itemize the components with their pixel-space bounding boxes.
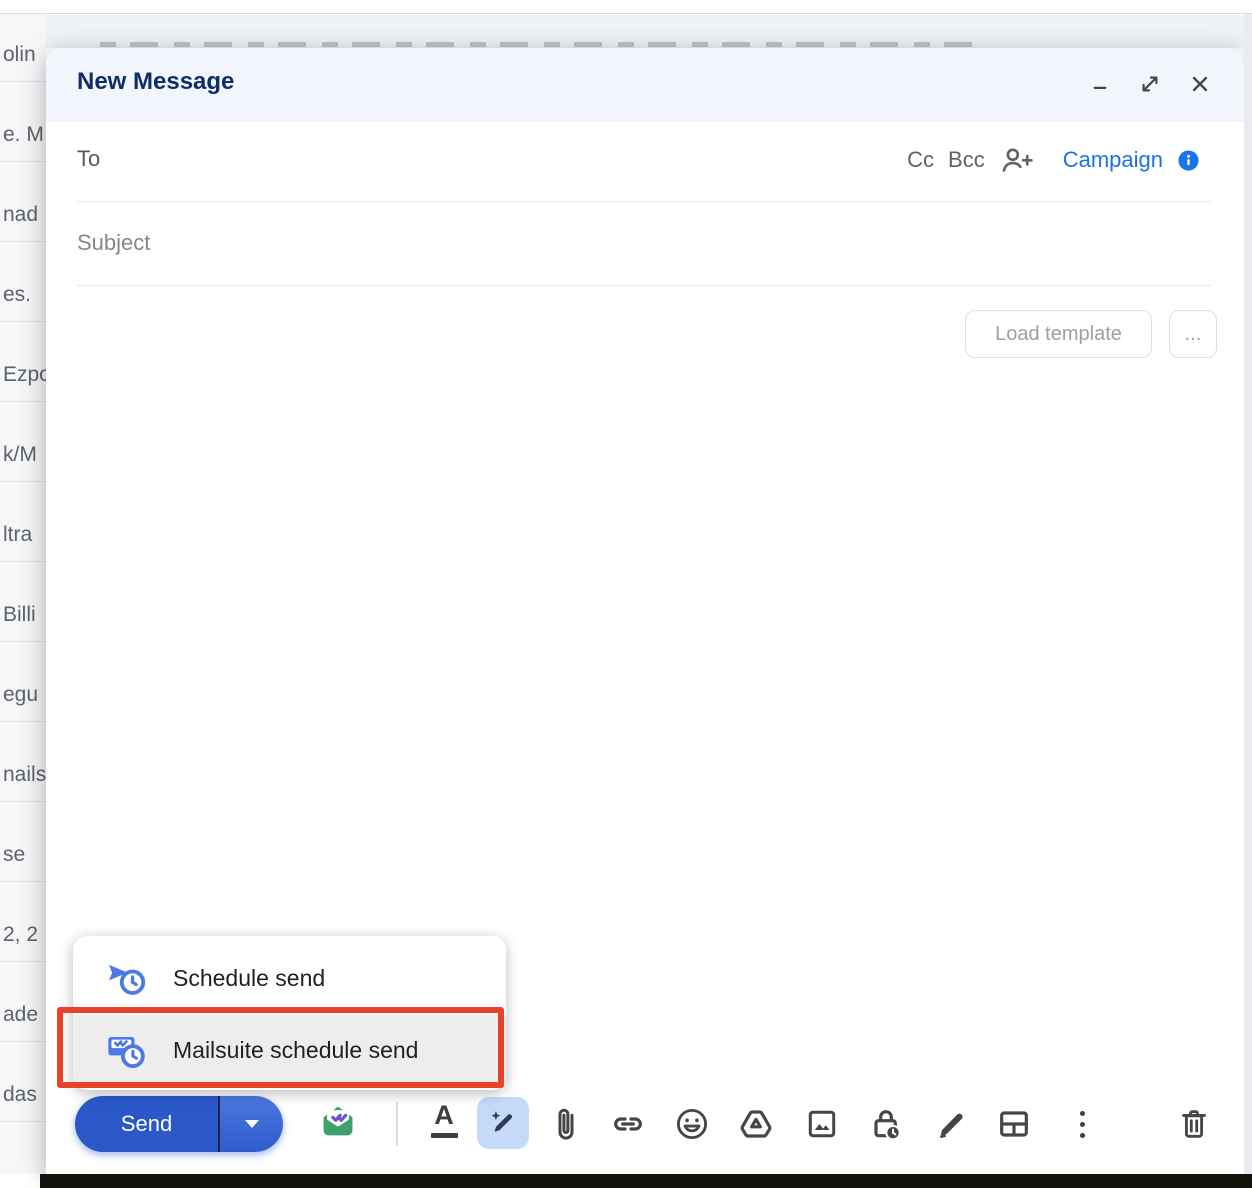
subject-field-row[interactable]: Subject [46, 202, 1244, 286]
subject-label: Subject [77, 230, 150, 256]
trash-icon [1175, 1105, 1213, 1143]
email-list-fragment: das [3, 1080, 46, 1110]
screen: olin e. M nad es. Ezpo k/M ltra Billi eg… [0, 0, 1252, 1188]
list-divider [0, 561, 46, 562]
menu-item-mailsuite-schedule-send[interactable]: Mailsuite schedule send [73, 1015, 506, 1085]
image-icon [803, 1105, 841, 1143]
pen-icon [931, 1105, 969, 1143]
list-divider [0, 641, 46, 642]
email-list-fragment: nad [3, 200, 46, 230]
email-list-fragment: es. [3, 280, 46, 310]
formatting-options-button[interactable]: A [422, 1100, 466, 1148]
email-list-fragment: nails [3, 760, 46, 790]
mailsuite-envelope-icon [315, 1099, 361, 1145]
mailsuite-tracking-button[interactable] [314, 1098, 362, 1146]
list-divider [0, 801, 46, 802]
mailsuite-schedule-send-icon [103, 1027, 149, 1073]
email-list-fragment: e. M [3, 120, 46, 150]
lock-clock-icon [866, 1104, 906, 1144]
insert-emoji-button[interactable] [672, 1104, 712, 1144]
compose-title: New Message [77, 68, 234, 96]
list-divider [0, 321, 46, 322]
list-divider [0, 1121, 46, 1122]
menu-item-label: Mailsuite schedule send [173, 1037, 418, 1064]
schedule-send-icon [103, 955, 149, 1001]
menu-item-label: Schedule send [173, 965, 325, 992]
discard-draft-button[interactable] [1174, 1104, 1214, 1144]
email-list-fragment: k/M [3, 440, 46, 470]
list-divider [0, 81, 46, 82]
multi-send-layout-button[interactable] [994, 1104, 1034, 1144]
list-divider [0, 881, 46, 882]
list-divider [0, 961, 46, 962]
list-divider [0, 161, 46, 162]
right-edge-strip [1244, 14, 1252, 1174]
recipient-options: Cc Bcc Campaign [907, 144, 1200, 176]
popout-button[interactable] [1136, 70, 1164, 98]
email-list-fragment: egu [3, 680, 46, 710]
to-label: To [77, 146, 100, 172]
format-underline-bar [431, 1133, 458, 1138]
send-options-menu: Schedule send Mailsuite schedule send [73, 936, 506, 1090]
close-icon [1188, 72, 1212, 96]
paperclip-icon [547, 1105, 585, 1143]
list-divider [0, 721, 46, 722]
send-label: Send [121, 1111, 172, 1137]
insert-signature-button[interactable] [930, 1104, 970, 1144]
menu-item-schedule-send[interactable]: Schedule send [73, 945, 506, 1011]
confidential-mode-button[interactable] [866, 1104, 906, 1144]
sparkle-pen-icon [486, 1106, 520, 1140]
layout-icon [994, 1104, 1034, 1144]
list-divider [0, 1041, 46, 1042]
chevron-down-icon [245, 1120, 259, 1128]
vertical-dots-icon [1080, 1111, 1085, 1138]
more-options-button[interactable] [1062, 1104, 1102, 1144]
list-divider [0, 481, 46, 482]
background-top-bar [0, 0, 1252, 14]
email-list-fragment: Billi [3, 600, 46, 630]
email-list-fragment: Ezpo [3, 360, 46, 390]
send-options-button[interactable] [218, 1096, 283, 1152]
clipped-background-text [100, 42, 980, 47]
link-icon [608, 1104, 648, 1144]
close-button[interactable] [1186, 70, 1214, 98]
info-icon[interactable] [1177, 149, 1200, 172]
send-split-button: Send [75, 1096, 283, 1152]
minimize-icon [1089, 73, 1111, 95]
help-me-write-button[interactable] [477, 1097, 529, 1149]
emoji-icon [673, 1105, 711, 1143]
insert-link-button[interactable] [608, 1104, 648, 1144]
bottom-dark-bar [40, 1174, 1252, 1188]
list-divider [0, 401, 46, 402]
format-a-icon: A [422, 1100, 466, 1130]
background-email-list: olin e. M nad es. Ezpo k/M ltra Billi eg… [0, 14, 46, 1174]
email-list-fragment: olin [3, 40, 46, 70]
email-list-fragment: ltra [3, 520, 46, 550]
bcc-toggle[interactable]: Bcc [948, 147, 985, 173]
toolbar-divider [396, 1102, 398, 1146]
email-list-fragment: se [3, 840, 46, 870]
compose-header[interactable]: New Message [46, 48, 1244, 122]
minimize-button[interactable] [1086, 70, 1114, 98]
add-contact-icon[interactable] [999, 144, 1035, 176]
list-divider [0, 241, 46, 242]
to-field-row[interactable]: To Cc Bcc Campaign [46, 122, 1244, 202]
open-in-full-icon [1138, 72, 1162, 96]
email-list-fragment: 2, 2 [3, 920, 46, 950]
email-list-fragment: ade [3, 1000, 46, 1030]
cc-toggle[interactable]: Cc [907, 147, 934, 173]
window-controls [1086, 70, 1214, 98]
send-button[interactable]: Send [75, 1096, 218, 1152]
insert-photo-button[interactable] [802, 1104, 842, 1144]
campaign-link[interactable]: Campaign [1063, 147, 1163, 173]
google-drive-icon [736, 1104, 776, 1144]
attach-file-button[interactable] [546, 1104, 586, 1144]
insert-drive-file-button[interactable] [736, 1104, 776, 1144]
